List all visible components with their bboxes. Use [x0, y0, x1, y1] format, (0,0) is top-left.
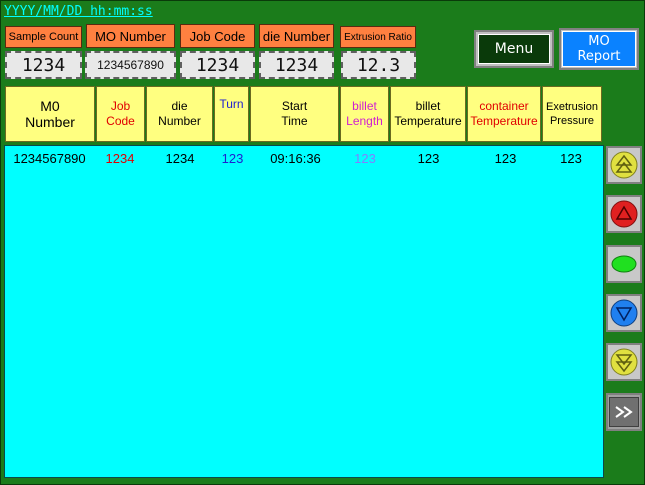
fast-forward-icon	[615, 406, 633, 418]
up-icon	[610, 200, 638, 228]
fast-forward-button[interactable]	[606, 393, 642, 431]
sample-count-label: Sample Count	[5, 26, 82, 48]
col-mo-number: M0 Number	[5, 86, 95, 142]
cell-extrusion-pressure: 123	[560, 150, 582, 166]
up-button[interactable]	[606, 195, 642, 233]
col-job-code: Job Code	[96, 86, 145, 142]
mo-report-line1: MO	[588, 34, 610, 49]
sample-count-value: 1234	[5, 51, 82, 79]
extrusion-ratio-value: 12.3	[341, 51, 416, 79]
job-code-value: 1234	[180, 51, 255, 79]
page-down-button[interactable]	[606, 343, 642, 381]
cell-turn: 123	[221, 150, 244, 166]
data-table[interactable]: 1234567890 1234 1234 123 09:16:36 123 12…	[4, 145, 604, 478]
die-number-label: die Number	[259, 24, 334, 48]
menu-button-label: Menu	[478, 34, 550, 64]
stop-button[interactable]	[606, 245, 642, 283]
col-turn: Turn	[214, 86, 249, 142]
mo-report-line2: Report	[577, 49, 621, 64]
cell-container-temperature: 123	[494, 150, 517, 166]
datetime-display: YYYY/MM/DD hh:mm:ss	[3, 4, 154, 20]
page-up-button[interactable]	[606, 146, 642, 184]
cell-billet-length: 123	[354, 150, 376, 166]
mo-report-button-face: MO Report	[562, 31, 636, 67]
col-container-temperature: container Temperature	[467, 86, 541, 142]
col-die-number: die Number	[146, 86, 213, 142]
col-extrusion-pressure: Exetrusion Pressure	[542, 86, 602, 142]
die-number-value: 1234	[259, 51, 334, 79]
col-billet-length: billet Length	[340, 86, 389, 142]
cell-die-number: 1234	[165, 150, 195, 166]
page-up-icon	[610, 151, 638, 179]
mo-number-label: MO Number	[86, 24, 175, 48]
col-billet-temperature: billet Temperature	[390, 86, 466, 142]
cell-job-code: 1234	[105, 150, 135, 166]
mo-report-button[interactable]: MO Report	[559, 28, 639, 70]
mo-number-value: 1234567890	[85, 51, 176, 79]
cell-start-time: 09:16:36	[270, 150, 321, 166]
table-row[interactable]: 1234567890 1234 1234 123 09:16:36 123 12…	[5, 149, 598, 167]
down-button[interactable]	[606, 294, 642, 332]
job-code-label: Job Code	[180, 24, 255, 48]
cell-billet-temperature: 123	[417, 150, 440, 166]
menu-button[interactable]: Menu	[474, 30, 554, 68]
col-start-time: Start Time	[250, 86, 339, 142]
stop-icon	[611, 255, 637, 273]
down-icon	[610, 299, 638, 327]
fast-forward-face	[609, 397, 639, 427]
extrusion-ratio-label: Extrusion Ratio	[340, 26, 416, 48]
table-header: M0 Number Job Code die Number Turn Start Tim…	[5, 86, 603, 142]
cell-mo-number: 1234567890	[13, 150, 86, 166]
page-down-icon	[610, 348, 638, 376]
